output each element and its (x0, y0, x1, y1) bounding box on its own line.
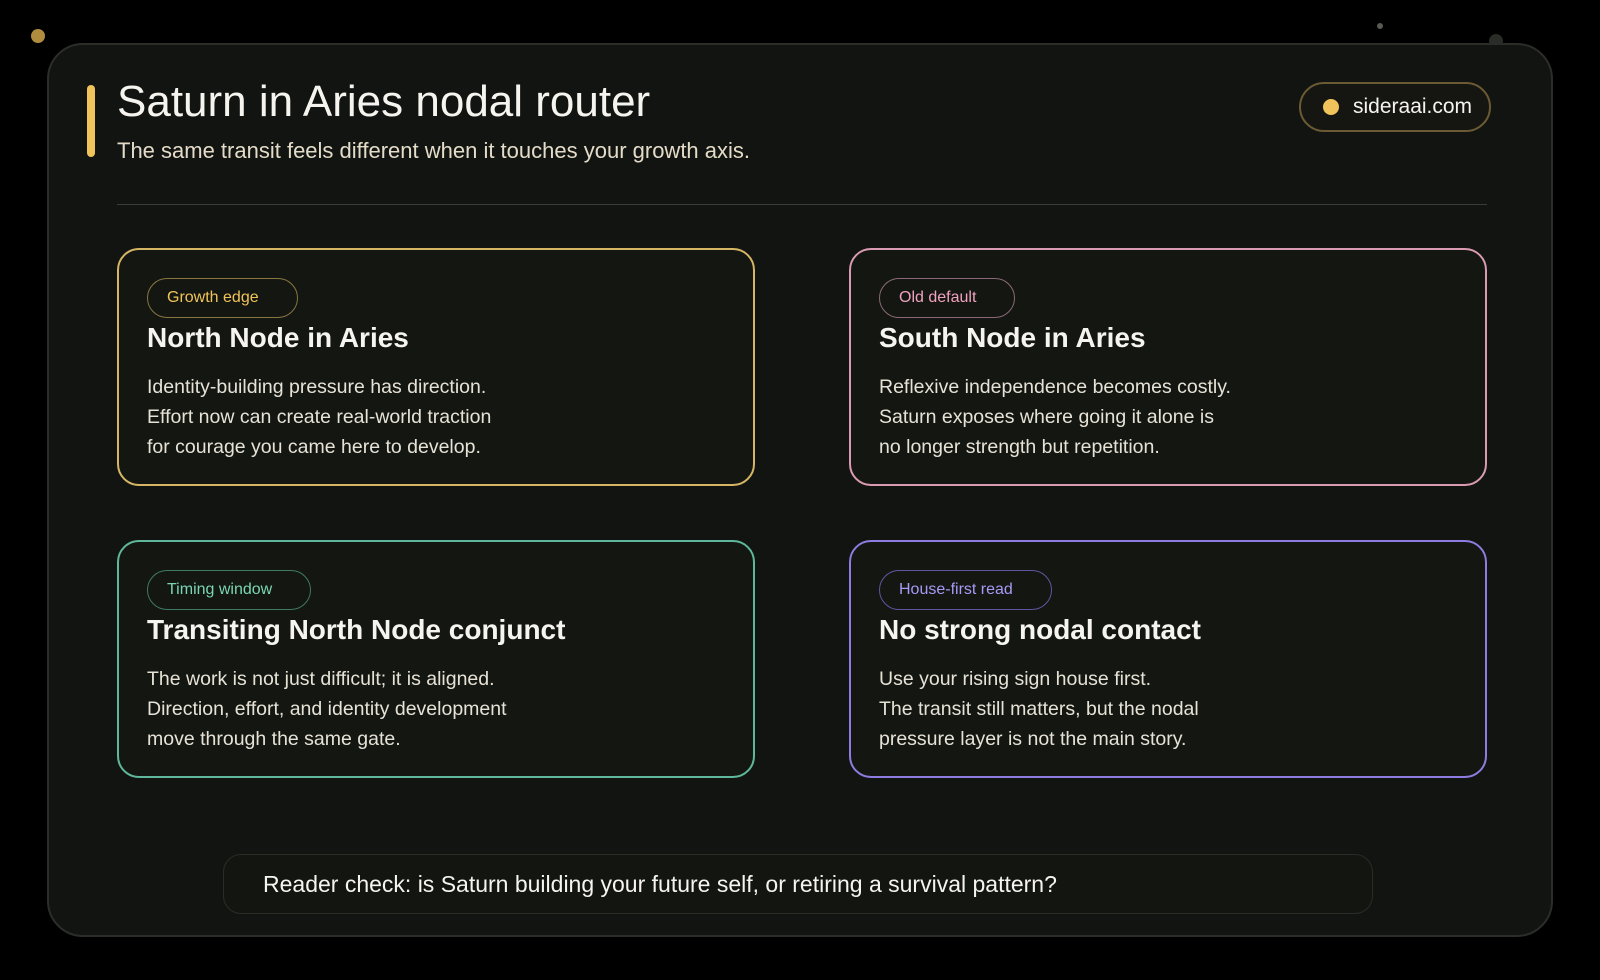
title-accent-bar (87, 85, 95, 157)
brand-label: sideraai.com (1353, 95, 1473, 118)
brand-badge[interactable]: sideraai.com (1299, 82, 1491, 132)
decor-dot-small (1377, 23, 1383, 29)
card-body: Reflexive independence becomes costly. S… (879, 372, 1439, 462)
card-south-node: Old default South Node in Aries Reflexiv… (849, 248, 1487, 486)
main-panel: Saturn in Aries nodal router The same tr… (47, 43, 1553, 937)
page-subtitle: The same transit feels different when it… (117, 138, 751, 163)
card-body: Use your rising sign house first. The tr… (879, 664, 1439, 754)
header-divider (117, 204, 1487, 205)
brand-dot-icon (1323, 99, 1339, 115)
card-body: Identity-building pressure has direction… (147, 372, 707, 462)
reader-check-banner: Reader check: is Saturn building your fu… (223, 854, 1373, 914)
card-no-contact: House-first read No strong nodal contact… (849, 540, 1487, 778)
card-line: Reflexive independence becomes costly. (879, 376, 1231, 398)
card-line: Identity-building pressure has direction… (147, 376, 487, 398)
card-transiting-node: Timing window Transiting North Node conj… (117, 540, 755, 778)
card-title: Transiting North Node conjunct (147, 614, 566, 645)
card-tag: Old default (879, 278, 1016, 318)
decor-dot-gold (31, 29, 45, 43)
card-line: Use your rising sign house first. (879, 668, 1152, 690)
card-line: Effort now can create real-world tractio… (147, 406, 492, 428)
card-title: No strong nodal contact (879, 614, 1201, 645)
card-line: Direction, effort, and identity developm… (147, 698, 507, 720)
reader-check-text: Reader check: is Saturn building your fu… (263, 870, 1057, 897)
card-line: no longer strength but repetition. (879, 436, 1160, 458)
card-line: move through the same gate. (147, 728, 401, 750)
card-body: The work is not just difficult; it is al… (147, 664, 707, 754)
page-title: Saturn in Aries nodal router (117, 77, 651, 126)
card-tag: Growth edge (147, 278, 298, 318)
card-title: South Node in Aries (879, 322, 1146, 353)
card-line: for courage you came here to develop. (147, 436, 481, 458)
card-title: North Node in Aries (147, 322, 409, 353)
card-north-node: Growth edge North Node in Aries Identity… (117, 248, 755, 486)
card-line: The transit still matters, but the nodal (879, 698, 1199, 720)
card-tag: House-first read (879, 570, 1052, 610)
card-line: pressure layer is not the main story. (879, 728, 1187, 750)
card-line: The work is not just difficult; it is al… (147, 668, 495, 690)
card-tag: Timing window (147, 570, 312, 610)
card-line: Saturn exposes where going it alone is (879, 406, 1214, 428)
